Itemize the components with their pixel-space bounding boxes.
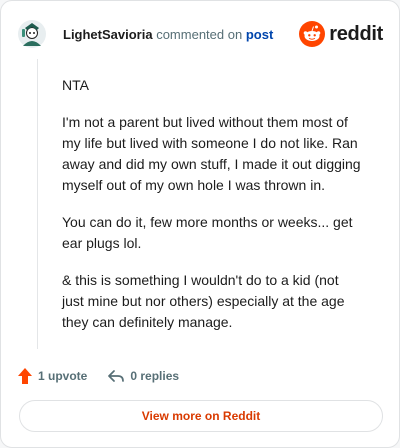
reply-button[interactable]: 0 replies	[107, 368, 179, 384]
reddit-wordmark: reddit	[329, 22, 383, 45]
comment-paragraph: & this is something I wouldn't do to a k…	[62, 272, 345, 330]
view-more-button[interactable]: View more on Reddit	[19, 400, 383, 432]
reply-arrow-icon	[108, 370, 125, 382]
reddit-snoo-icon	[299, 21, 326, 47]
comment-paragraph: NTA	[62, 77, 89, 93]
user-avatar-icon[interactable]	[17, 19, 47, 49]
commented-on-text: commented on	[156, 27, 243, 42]
comment-body: NTA I'm not a parent but lived without t…	[62, 75, 362, 349]
reply-count: 0 replies	[130, 369, 180, 383]
comment-paragraph: You can do it, few more months or weeks.…	[62, 214, 353, 251]
comment-byline: LighetSavioria commented on post	[63, 27, 273, 43]
reddit-logo[interactable]: reddit	[299, 21, 383, 47]
upvote-arrow-icon	[18, 368, 32, 384]
upvote-button[interactable]: 1 upvote	[17, 367, 87, 385]
upvote-count: 1 upvote	[38, 369, 88, 383]
thread-line	[37, 59, 38, 349]
comment-actions: 1 upvote 0 replies	[17, 365, 179, 387]
comment-header: LighetSavioria commented on post reddit	[17, 17, 383, 53]
username-link[interactable]: LighetSavioria	[63, 27, 153, 42]
post-link[interactable]: post	[246, 27, 273, 42]
embedded-comment-card: LighetSavioria commented on post reddit …	[0, 0, 400, 448]
comment-paragraph: I'm not a parent but lived without them …	[62, 114, 361, 193]
